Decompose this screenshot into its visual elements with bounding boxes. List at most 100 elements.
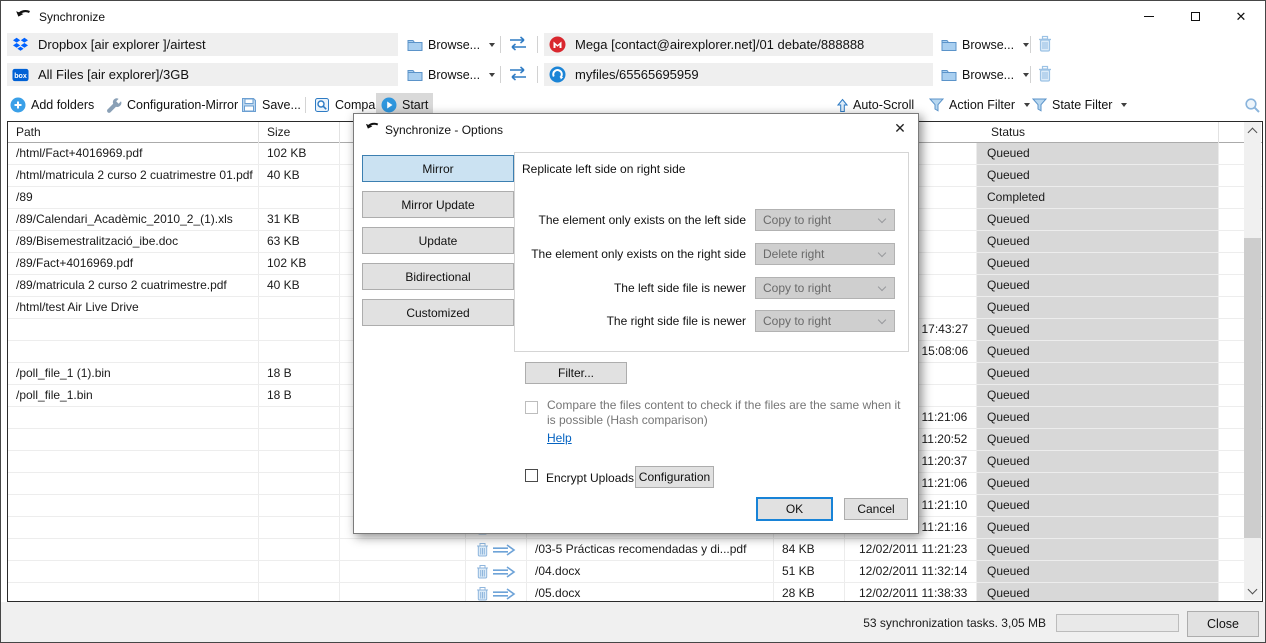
cell-left-size: [259, 495, 340, 516]
cell-left-path: /poll_file_1.bin: [8, 385, 259, 406]
cancel-button[interactable]: Cancel: [844, 498, 908, 520]
action-filter-button[interactable]: Action Filter: [924, 93, 1035, 117]
help-link[interactable]: Help: [547, 431, 572, 445]
swap-direction-icon[interactable]: [506, 65, 530, 82]
cell-action: [466, 561, 527, 582]
table-row[interactable]: /05.docx28 KB12/02/2011 11:38:33Queued: [8, 583, 1262, 601]
remove-pair-icon[interactable]: [1037, 65, 1053, 83]
vertical-scrollbar[interactable]: [1244, 122, 1261, 600]
wrench-icon: [106, 97, 122, 113]
minimize-button[interactable]: [1126, 2, 1172, 31]
arrow-up-icon: [837, 98, 848, 113]
column-header-path[interactable]: Path: [8, 122, 259, 143]
folder-icon: [407, 68, 423, 81]
ok-button[interactable]: OK: [756, 497, 833, 521]
scroll-down-button[interactable]: [1244, 583, 1261, 600]
left-account-path: Dropbox [air explorer ]/airtest: [7, 33, 398, 56]
cell-status: Queued: [977, 209, 1219, 230]
state-filter-label: State Filter: [1052, 98, 1112, 112]
filter-button[interactable]: Filter...: [525, 362, 627, 384]
filter-funnel-icon: [929, 98, 944, 112]
table-row[interactable]: /03-5 Prácticas recomendadas y di...pdf8…: [8, 539, 1262, 561]
cell-left-path: /89/Bisemestralització_ibe.doc: [8, 231, 259, 252]
cell-left-path: /89/Fact+4016969.pdf: [8, 253, 259, 274]
start-label: Start: [402, 98, 428, 112]
chevron-down-icon: [1121, 103, 1127, 107]
scroll-up-button[interactable]: [1244, 122, 1261, 139]
left-path-label: All Files [air explorer]/3GB: [38, 67, 189, 82]
encrypt-configuration-button[interactable]: Configuration: [635, 466, 714, 488]
chevron-down-icon: [489, 43, 495, 47]
cell-left-size: 102 KB: [259, 143, 340, 164]
task-summary: 53 synchronization tasks. 3,05 MB: [863, 616, 1046, 630]
cell-left-path: /html/Fact+4016969.pdf: [8, 143, 259, 164]
browse-left-button[interactable]: Browse...: [403, 33, 499, 56]
cell-left-size: 63 KB: [259, 231, 340, 252]
maximize-button[interactable]: [1172, 2, 1218, 31]
mode-button-mirror[interactable]: Mirror: [362, 155, 514, 182]
cell-status: Queued: [977, 451, 1219, 472]
browse-label: Browse...: [962, 68, 1014, 82]
cell-left-path: [8, 407, 259, 428]
state-filter-button[interactable]: State Filter: [1027, 93, 1132, 117]
rule-dropdown-right-only: Delete right: [755, 243, 895, 265]
scrollbar-thumb[interactable]: [1244, 238, 1261, 538]
chevron-down-icon: [1023, 43, 1029, 47]
column-header-status[interactable]: Status: [977, 122, 1219, 143]
chevron-down-icon: [878, 316, 886, 324]
cell-status: Queued: [977, 517, 1219, 538]
status-bar: 53 synchronization tasks. 3,05 MB Close: [1, 602, 1266, 643]
cell-left-size: [259, 429, 340, 450]
separator: [1030, 66, 1031, 83]
delete-right-icon: [475, 542, 517, 558]
column-header-size[interactable]: Size: [259, 122, 340, 143]
cell-left-size: [259, 583, 340, 601]
start-icon: [381, 97, 397, 113]
close-icon: ✕: [894, 120, 906, 137]
cell-left-size: 40 KB: [259, 275, 340, 296]
configuration-mirror-button[interactable]: Configuration-Mirror: [101, 93, 243, 117]
encrypt-uploads-checkbox[interactable]: [525, 469, 538, 482]
folder-icon: [407, 38, 423, 51]
dropdown-value: Copy to right: [763, 281, 831, 295]
cell-left-size: 102 KB: [259, 253, 340, 274]
cell-right-date: 12/02/2011 11:21:23: [845, 539, 977, 560]
browse-label: Browse...: [962, 38, 1014, 52]
auto-scroll-label: Auto-Scroll: [853, 98, 914, 112]
cell-left-size: 18 B: [259, 363, 340, 384]
remove-pair-icon[interactable]: [1037, 35, 1053, 53]
cell-right-path: /04.docx: [527, 561, 774, 582]
save-button[interactable]: Save...: [236, 93, 306, 117]
cell-left-size: [259, 539, 340, 560]
box-icon: box: [12, 66, 29, 83]
cell-left-path: [8, 429, 259, 450]
cell-left-size: 31 KB: [259, 209, 340, 230]
search-button[interactable]: [1239, 93, 1266, 117]
rule-dropdown-left-only: Copy to right: [755, 209, 895, 231]
separator: [305, 97, 306, 113]
compare-icon: [314, 97, 330, 113]
encrypt-uploads-label: Encrypt Uploads: [546, 471, 634, 485]
table-row[interactable]: /04.docx51 KB12/02/2011 11:32:14Queued: [8, 561, 1262, 583]
close-window-button[interactable]: ✕: [1218, 2, 1264, 31]
title-bar: Synchronize ✕: [1, 1, 1265, 32]
browse-right-button[interactable]: Browse...: [937, 33, 1033, 56]
cell-status: Queued: [977, 253, 1219, 274]
swap-direction-icon[interactable]: [506, 35, 530, 52]
cell-status: Queued: [977, 165, 1219, 186]
sync-pair-row-1: Dropbox [air explorer ]/airtest Browse..…: [1, 33, 1266, 56]
cloud-account-icon: [549, 66, 566, 83]
close-button[interactable]: Close: [1187, 611, 1259, 637]
left-account-path: box All Files [air explorer]/3GB: [7, 63, 398, 86]
cell-status: Queued: [977, 407, 1219, 428]
add-folders-button[interactable]: Add folders: [5, 93, 99, 117]
synchronize-window: Synchronize ✕ Dropbox [air explorer ]/ai…: [0, 0, 1266, 643]
cell-status: Queued: [977, 275, 1219, 296]
browse-left-button[interactable]: Browse...: [403, 63, 499, 86]
dialog-close-button[interactable]: ✕: [889, 118, 911, 138]
browse-right-button[interactable]: Browse...: [937, 63, 1033, 86]
maximize-icon: [1191, 12, 1200, 21]
cell-status: Queued: [977, 143, 1219, 164]
cell-status: Queued: [977, 561, 1219, 582]
svg-text:box: box: [14, 71, 27, 79]
